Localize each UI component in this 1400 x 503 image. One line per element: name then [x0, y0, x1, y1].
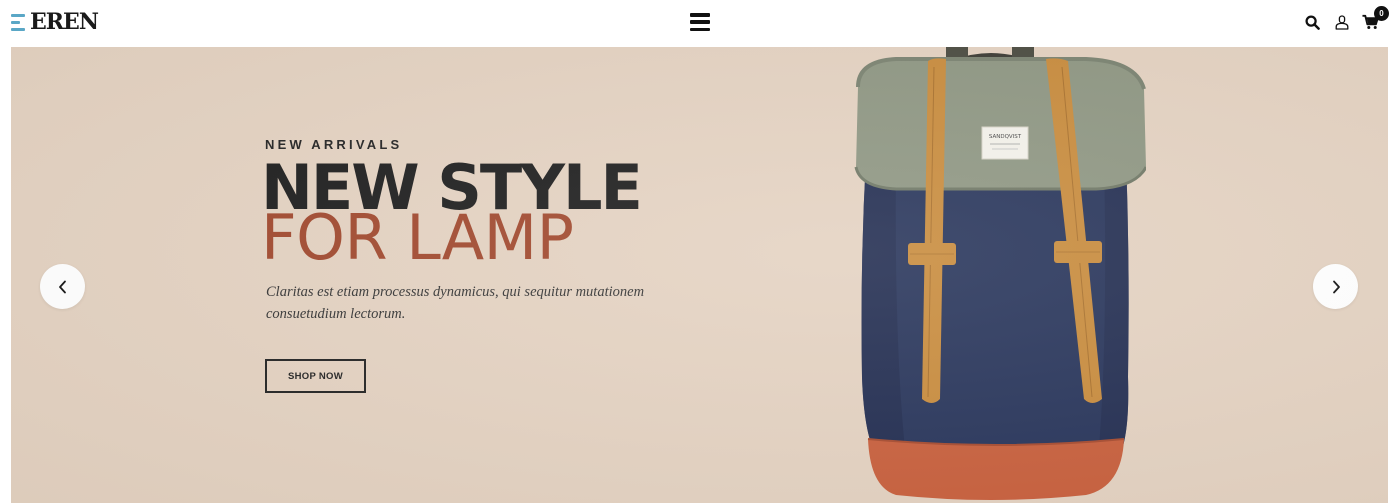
chevron-right-icon — [1332, 280, 1340, 293]
shop-now-button[interactable]: SHOP NOW — [265, 359, 366, 393]
site-header: EREN 0 — [0, 0, 1400, 47]
logo-text: EREN — [30, 9, 99, 35]
hero-slider: NEW ARRIVALS NEW STYLE FOR LAMP Claritas… — [11, 47, 1388, 503]
header-actions: 0 — [1304, 6, 1389, 33]
site-logo[interactable]: EREN — [11, 8, 99, 36]
product-label-text: SANDQVIST — [989, 134, 1022, 140]
hamburger-menu-icon[interactable] — [690, 13, 710, 31]
search-icon[interactable] — [1304, 11, 1321, 33]
user-icon[interactable] — [1333, 11, 1350, 33]
chevron-left-icon — [58, 280, 66, 293]
slider-next-button[interactable] — [1313, 264, 1358, 309]
cart-icon[interactable]: 0 — [1362, 6, 1389, 33]
product-image-backpack: SANDQVIST — [854, 47, 1146, 500]
slider-prev-button[interactable] — [40, 264, 85, 309]
logo-mark-icon — [11, 13, 25, 31]
hero-description: Claritas est etiam processus dynamicus, … — [266, 284, 645, 322]
cart-count-badge: 0 — [1374, 6, 1389, 21]
hero-headline-line2: FOR LAMP — [261, 201, 574, 274]
hero-eyebrow: NEW ARRIVALS — [265, 137, 403, 152]
